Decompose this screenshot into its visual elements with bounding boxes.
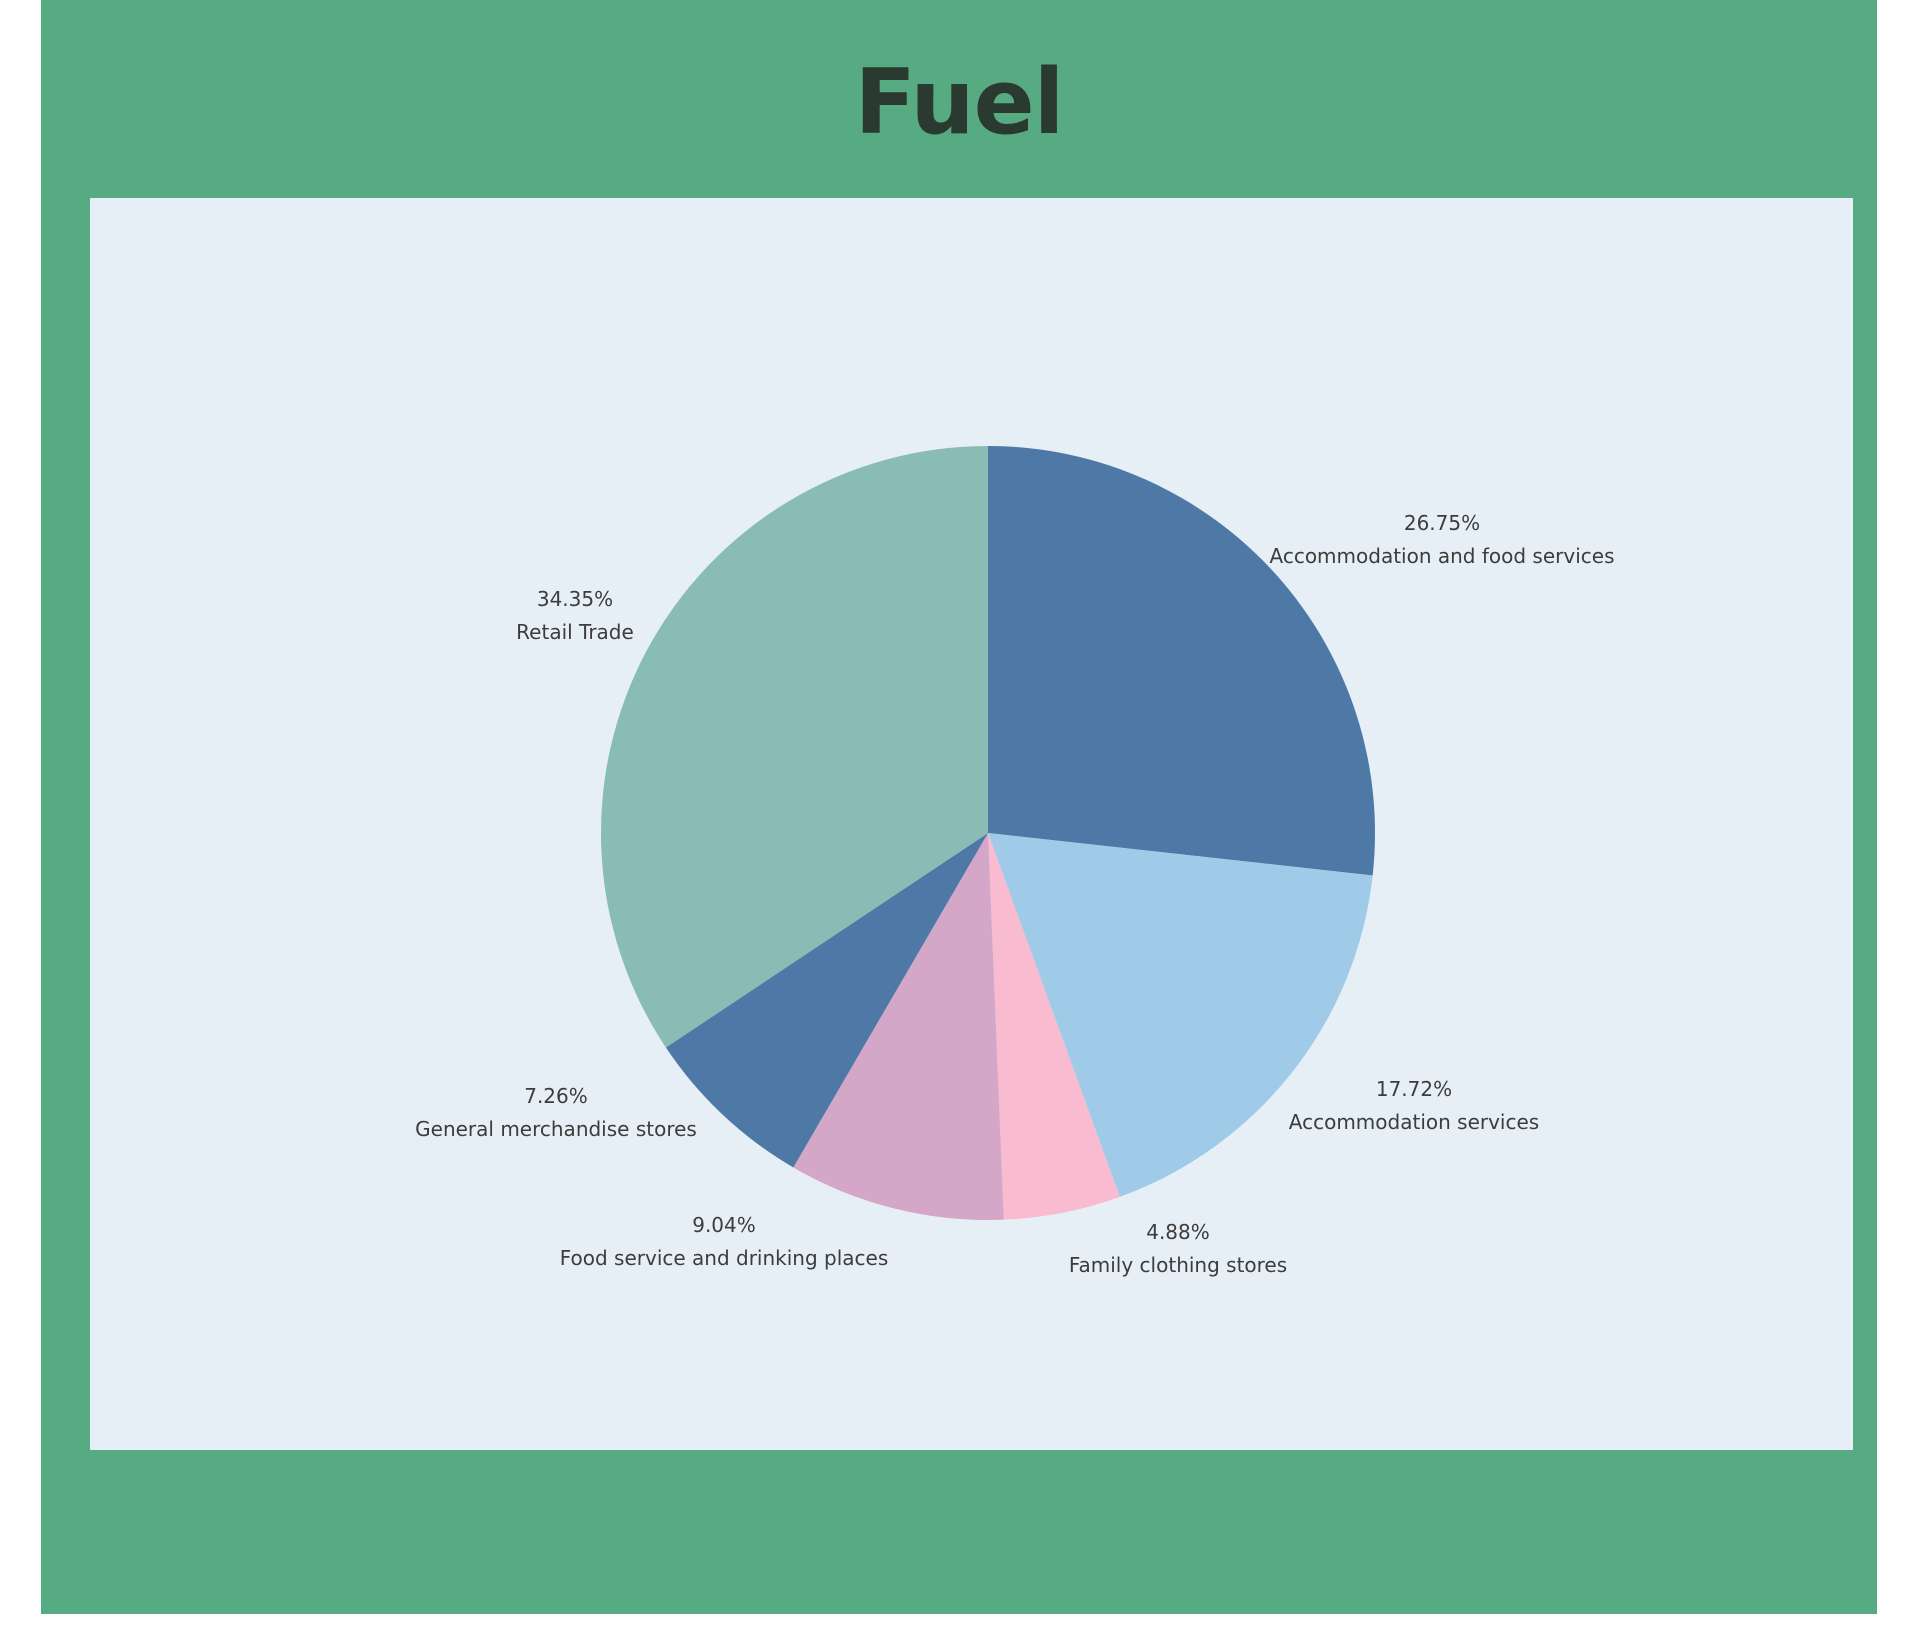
slice-value-label: 9.04% <box>692 1213 756 1237</box>
chart-title: Fuel <box>854 50 1065 155</box>
slice-category-label: Accommodation services <box>1289 1110 1539 1134</box>
slice-category-label: Accommodation and food services <box>1270 544 1615 568</box>
slice-value-label: 17.72% <box>1376 1077 1452 1101</box>
slice-category-label: General merchandise stores <box>415 1117 697 1141</box>
slice-category-label: Food service and drinking places <box>560 1246 889 1270</box>
slice-category-label: Family clothing stores <box>1069 1253 1287 1277</box>
pie-chart: 26.75% Accommodation and food services 17.… <box>415 446 1615 1277</box>
slice-value-label: 26.75% <box>1404 511 1480 535</box>
chart-area: 26.75% Accommodation and food services 17.… <box>90 198 1853 1450</box>
slice-value-label: 7.26% <box>524 1084 588 1108</box>
slice-value-label: 34.35% <box>537 587 613 611</box>
dashboard-panel: Fuel 26.75% Accommodation and food servic… <box>41 0 1877 1614</box>
slice-category-label: Retail Trade <box>516 620 634 644</box>
pie-slice-accommodation-and-food-services <box>988 446 1375 876</box>
slice-value-label: 4.88% <box>1146 1220 1210 1244</box>
